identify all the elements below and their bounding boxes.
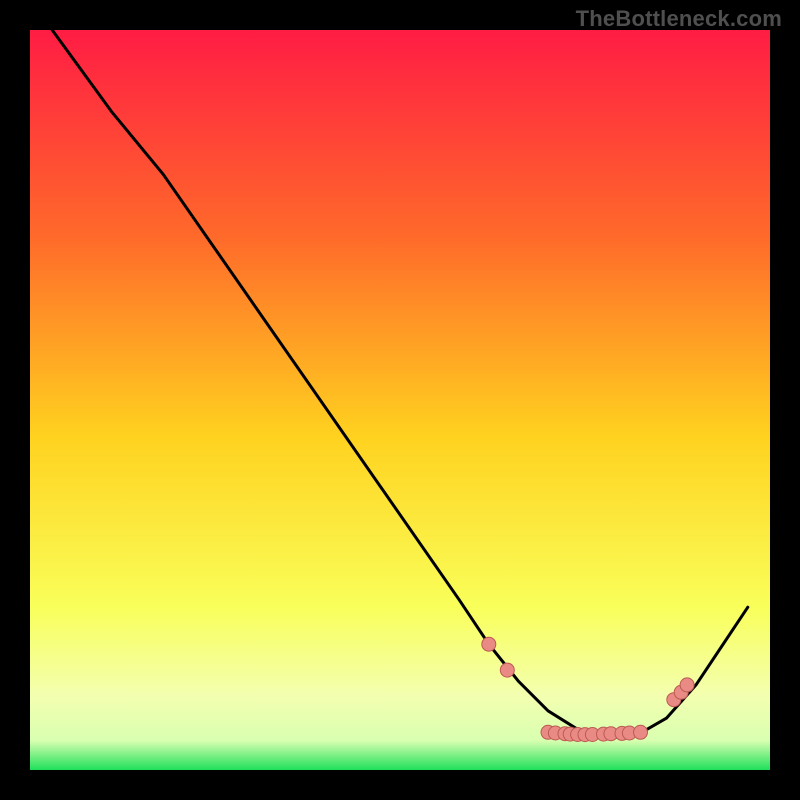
curve-marker xyxy=(680,678,694,692)
watermark-text: TheBottleneck.com xyxy=(576,6,782,32)
curve-marker xyxy=(500,663,514,677)
gradient-fill xyxy=(30,30,770,770)
curve-marker xyxy=(634,725,648,739)
chart-stage: TheBottleneck.com xyxy=(0,0,800,800)
curve-marker xyxy=(482,637,496,651)
plot-area xyxy=(30,30,770,770)
chart-svg xyxy=(30,30,770,770)
